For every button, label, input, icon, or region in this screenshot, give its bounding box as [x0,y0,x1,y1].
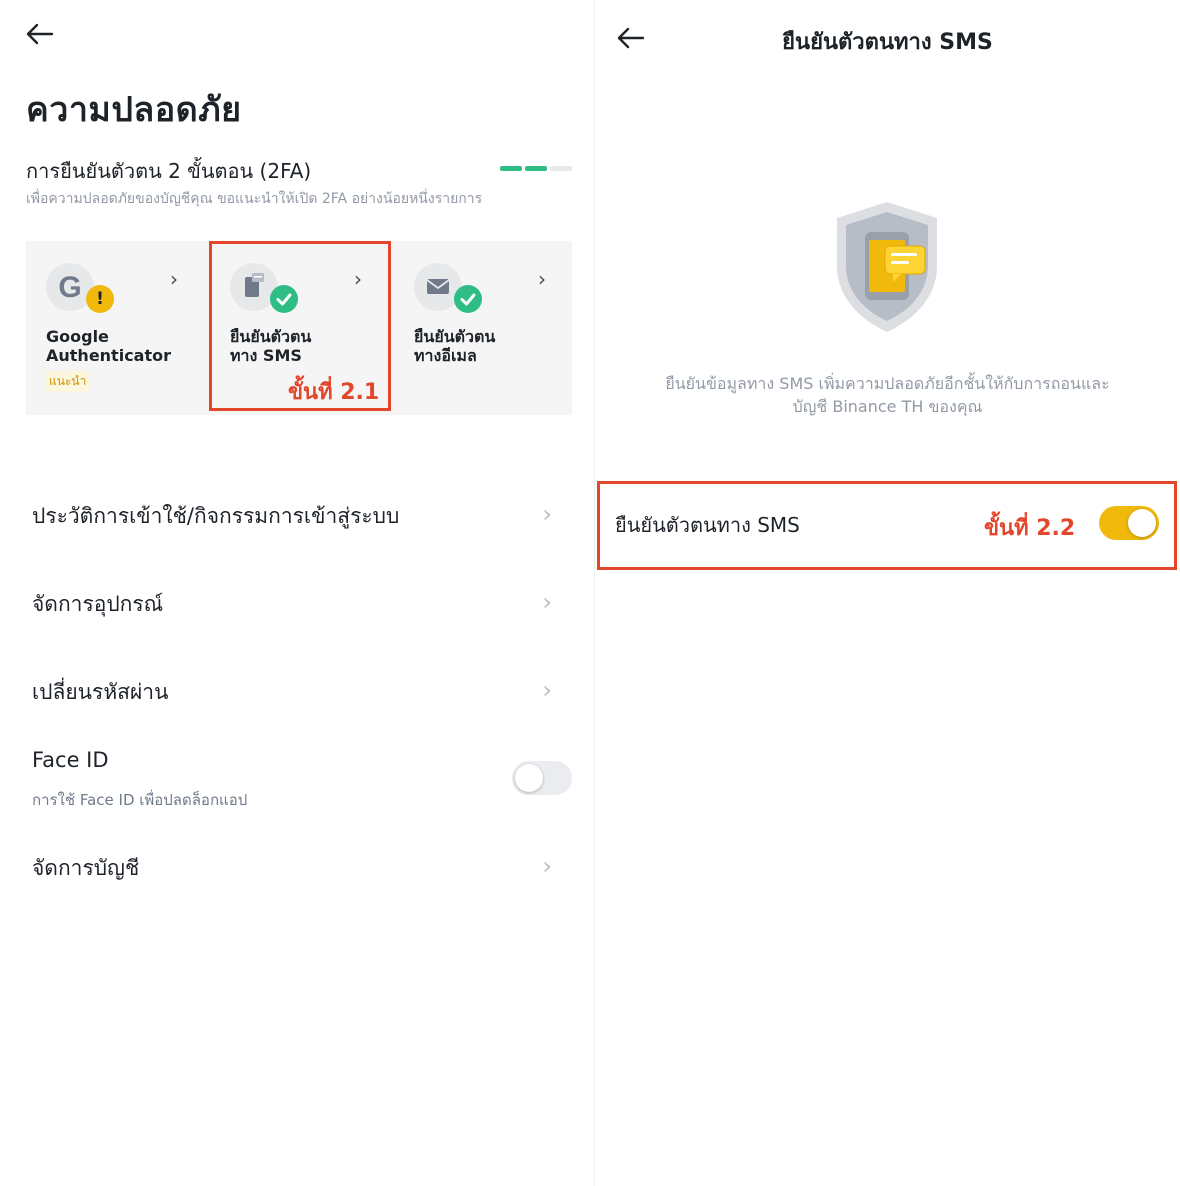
face-id-description: การใช้ Face ID เพื่อปลดล็อกแอป [32,791,248,809]
progress-segment [500,166,522,171]
page-title: ยืนยันตัวตนทาง SMS [782,30,993,55]
face-id-toggle[interactable] [512,761,572,795]
step-label: ขั้นที่ 2.1 [288,380,380,405]
sms-verification-screen: ยืนยันตัวตนทาง SMS ยืนยันข้อมูลทาง SMS เ… [595,0,1180,1186]
method-google-authenticator[interactable]: G ! › Google Authenticator แนะนำ [26,241,206,415]
menu-login-history[interactable]: ประวัติการเข้าใช้/กิจกรรมการเข้าสู่ระบบ … [32,500,562,533]
step-highlight-box [597,481,1177,570]
chevron-right-icon: › [170,267,178,291]
menu-label: เปลี่ยนรหัสผ่าน [32,680,169,704]
menu-label: Face ID [32,748,109,772]
toggle-knob [515,764,543,792]
chevron-right-icon: › [542,500,552,528]
menu-label: ประวัติการเข้าใช้/กิจกรรมการเข้าสู่ระบบ [32,504,400,528]
twofa-title: การยืนยันตัวตน 2 ขั้นตอน (2FA) [26,159,312,183]
twofa-progress [500,166,572,171]
menu-device-management[interactable]: จัดการอุปกรณ์ › [32,588,562,621]
sms-description-text: ยืนยันข้อมูลทาง SMS เพิ่มความปลอดภัยอีกช… [665,374,1110,416]
menu-change-password[interactable]: เปลี่ยนรหัสผ่าน › [32,676,562,709]
method-label: ยืนยันตัวตน ทางอีเมล [414,327,496,365]
security-screen: ความปลอดภัย การยืนยันตัวตน 2 ขั้นตอน (2F… [0,0,594,1186]
back-arrow-icon[interactable] [24,22,54,46]
chevron-right-icon: › [538,267,546,291]
chevron-right-icon: › [542,852,552,880]
check-icon [454,285,482,313]
menu-label: จัดการบัญชี [32,856,140,880]
method-email[interactable]: › ยืนยันตัวตน ทางอีเมล [394,241,574,415]
sms-description: ยืนยันข้อมูลทาง SMS เพิ่มความปลอดภัยอีกช… [615,372,1160,418]
page-title: ความปลอดภัย [26,90,242,130]
recommended-badge: แนะนำ [46,371,90,392]
twofa-subtitle: เพื่อความปลอดภัยของบัญชีคุณ ขอแนะนำให้เป… [26,191,483,207]
svg-text:G: G [58,271,81,304]
chevron-right-icon: › [542,676,552,704]
chevron-right-icon: › [542,588,552,616]
menu-account-management[interactable]: จัดการบัญชี › [32,852,562,885]
progress-segment [525,166,547,171]
menu-face-id: Face ID [32,748,562,772]
method-label: Google Authenticator [46,327,171,365]
shield-phone-icon [833,200,941,334]
progress-segment [550,166,572,171]
menu-label: จัดการอุปกรณ์ [32,592,164,616]
warning-icon: ! [86,285,114,313]
